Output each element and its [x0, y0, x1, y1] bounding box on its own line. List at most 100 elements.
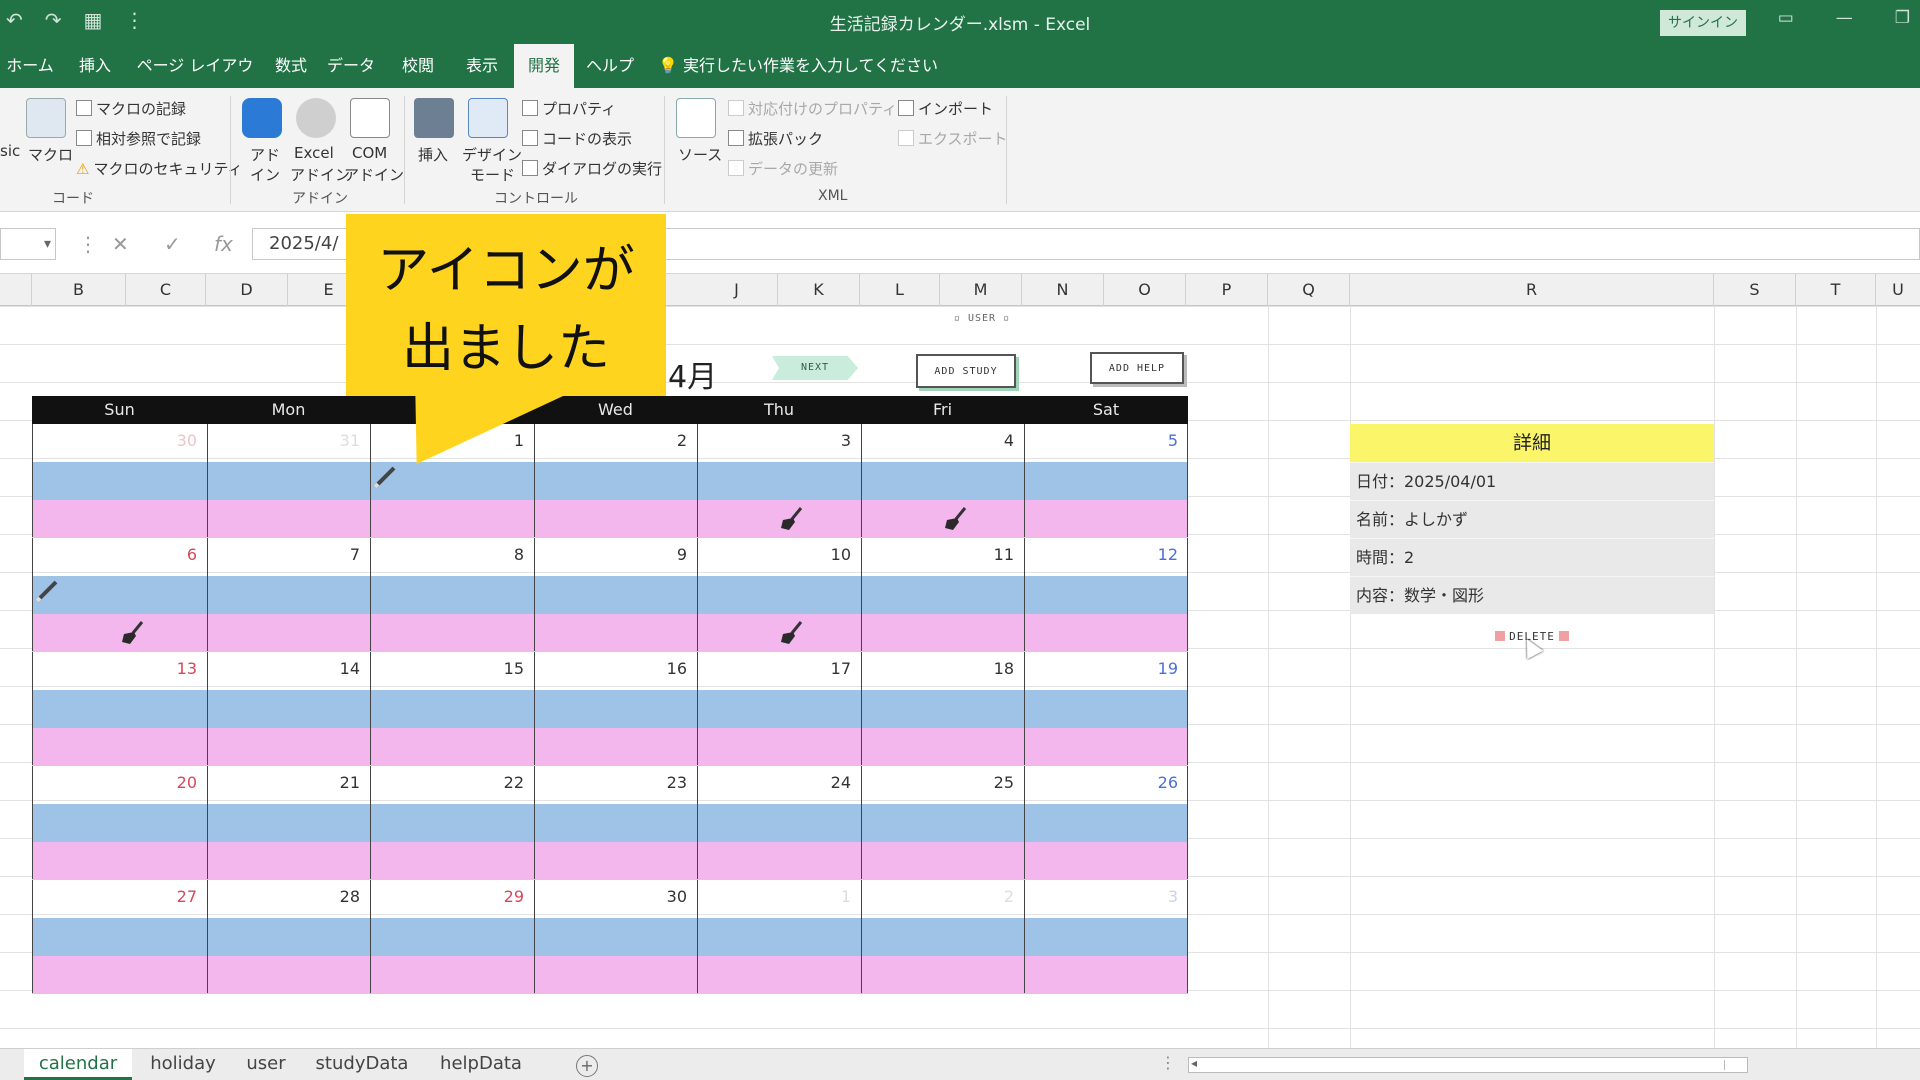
run-dialog-button[interactable]: ダイアログの実行	[522, 158, 662, 179]
calendar-day[interactable]: 28	[207, 880, 370, 918]
broom-icon[interactable]	[779, 620, 805, 646]
map-properties-button[interactable]: 対応付けのプロパティ	[728, 98, 897, 119]
column-header[interactable]: U	[1876, 274, 1920, 306]
column-header[interactable]: J	[696, 274, 778, 306]
column-header[interactable]: N	[1022, 274, 1104, 306]
calendar-day[interactable]: 3	[1024, 880, 1188, 918]
excel-addin-line1[interactable]: Excel	[294, 144, 334, 162]
design-mode-line1[interactable]: デザイン	[462, 144, 522, 165]
tab-page-layout[interactable]: ページ レイアウト	[130, 44, 260, 119]
calendar-day[interactable]: 1	[697, 880, 861, 918]
help-row[interactable]	[32, 500, 1188, 538]
broom-icon[interactable]	[943, 506, 969, 532]
tab-formulas[interactable]: 数式	[266, 44, 316, 88]
ribbon-display-icon[interactable]: ▭	[1778, 8, 1794, 28]
macro-button[interactable]: マクロ	[28, 144, 73, 165]
column-header[interactable]: Q	[1268, 274, 1350, 306]
study-row[interactable]	[32, 918, 1188, 956]
excel-addin-line2[interactable]: アドイン	[290, 164, 350, 185]
column-header[interactable]: K	[778, 274, 860, 306]
com-addin-line2[interactable]: アドイン	[344, 164, 404, 185]
tab-review[interactable]: 校閲	[386, 44, 450, 88]
sheet-tab-calendar[interactable]: calendar	[24, 1049, 132, 1080]
macro-security-button[interactable]: ⚠ マクロのセキュリティ	[76, 158, 243, 179]
com-addin-line1[interactable]: COM	[352, 144, 387, 162]
insert-control-button[interactable]: 挿入	[418, 144, 448, 165]
broom-icon[interactable]	[120, 620, 146, 646]
name-box[interactable]: ▾	[0, 228, 56, 260]
tab-view[interactable]: 表示	[456, 44, 508, 88]
calendar-day[interactable]: 12	[1024, 538, 1188, 576]
column-header[interactable]: C	[126, 274, 206, 306]
help-row[interactable]	[32, 956, 1188, 994]
calendar-day[interactable]: 13	[32, 652, 207, 690]
sheet-tab-holiday[interactable]: holiday	[136, 1049, 230, 1080]
calendar-day[interactable]: 21	[207, 766, 370, 804]
tab-splitter-icon[interactable]: ⋮	[1160, 1053, 1176, 1072]
calendar-day[interactable]: 3	[697, 424, 861, 462]
calendar-day[interactable]: 22	[370, 766, 534, 804]
refresh-data-button[interactable]: データの更新	[728, 158, 838, 179]
help-row[interactable]	[32, 614, 1188, 652]
visual-basic-button[interactable]: sic	[0, 142, 20, 160]
minimize-icon[interactable]: —	[1836, 8, 1853, 28]
calendar-day[interactable]: 17	[697, 652, 861, 690]
column-header[interactable]: L	[860, 274, 940, 306]
calendar-day[interactable]: 19	[1024, 652, 1188, 690]
column-header[interactable]: O	[1104, 274, 1186, 306]
calendar-day[interactable]: 30	[534, 880, 697, 918]
calendar-day[interactable]: 31	[207, 424, 370, 462]
record-macro-button[interactable]: マクロの記録	[76, 98, 186, 119]
study-row[interactable]	[32, 462, 1188, 500]
calendar-day[interactable]: 10	[697, 538, 861, 576]
xml-source-button[interactable]: ソース	[678, 144, 722, 165]
import-button[interactable]: インポート	[898, 98, 993, 119]
column-header[interactable]: B	[32, 274, 126, 306]
properties-button[interactable]: プロパティ	[522, 98, 616, 119]
calendar-day[interactable]: 26	[1024, 766, 1188, 804]
tab-home[interactable]: ホーム	[0, 44, 60, 88]
study-row[interactable]	[32, 576, 1188, 614]
calendar-day[interactable]: 14	[207, 652, 370, 690]
design-mode-line2[interactable]: モード	[470, 164, 515, 185]
restore-icon[interactable]: ❐	[1895, 8, 1910, 28]
calendar-day[interactable]: 2	[534, 424, 697, 462]
relative-ref-button[interactable]: 相対参照で記録	[76, 128, 201, 149]
column-header[interactable]: T	[1796, 274, 1876, 306]
calendar-day[interactable]: 18	[861, 652, 1024, 690]
tab-insert[interactable]: 挿入	[66, 44, 124, 88]
calendar-day[interactable]: 11	[861, 538, 1024, 576]
sheet-tab-studydata[interactable]: studyData	[302, 1049, 422, 1080]
next-month-button[interactable]: NEXT	[772, 356, 858, 380]
calendar-day[interactable]: 20	[32, 766, 207, 804]
tab-data[interactable]: データ	[322, 44, 380, 88]
calendar-day[interactable]: 6	[32, 538, 207, 576]
scroll-left-icon[interactable]: ◂	[1191, 1056, 1197, 1070]
calendar-day[interactable]: 25	[861, 766, 1024, 804]
column-header[interactable]: P	[1186, 274, 1268, 306]
sheet-tab-helpdata[interactable]: helpData	[426, 1049, 536, 1080]
calendar-day[interactable]: 16	[534, 652, 697, 690]
export-button[interactable]: エクスポート	[898, 128, 1008, 149]
study-row[interactable]	[32, 690, 1188, 728]
cancel-icon[interactable]: ✕	[112, 232, 129, 256]
help-row[interactable]	[32, 842, 1188, 880]
enter-icon[interactable]: ✓	[164, 232, 181, 256]
column-header[interactable]: D	[206, 274, 288, 306]
tab-developer[interactable]: 開発	[514, 44, 574, 88]
calendar-day[interactable]: 7	[207, 538, 370, 576]
select-all-corner[interactable]	[0, 274, 32, 306]
view-code-button[interactable]: コードの表示	[522, 128, 632, 149]
addin-button-line1[interactable]: アド	[250, 144, 280, 165]
calendar-day[interactable]: 5	[1024, 424, 1188, 462]
calendar-day[interactable]: 24	[697, 766, 861, 804]
calendar-day[interactable]: 27	[32, 880, 207, 918]
add-help-button[interactable]: ADD HELP	[1090, 352, 1184, 384]
study-row[interactable]	[32, 804, 1188, 842]
calendar-day[interactable]: 9	[534, 538, 697, 576]
expansion-packs-button[interactable]: 拡張パック	[728, 128, 823, 149]
column-header[interactable]: M	[940, 274, 1022, 306]
tell-me-search[interactable]: 💡 実行したい作業を入力してください	[658, 44, 938, 88]
calendar-day[interactable]: 15	[370, 652, 534, 690]
pencil-icon[interactable]	[372, 464, 398, 490]
